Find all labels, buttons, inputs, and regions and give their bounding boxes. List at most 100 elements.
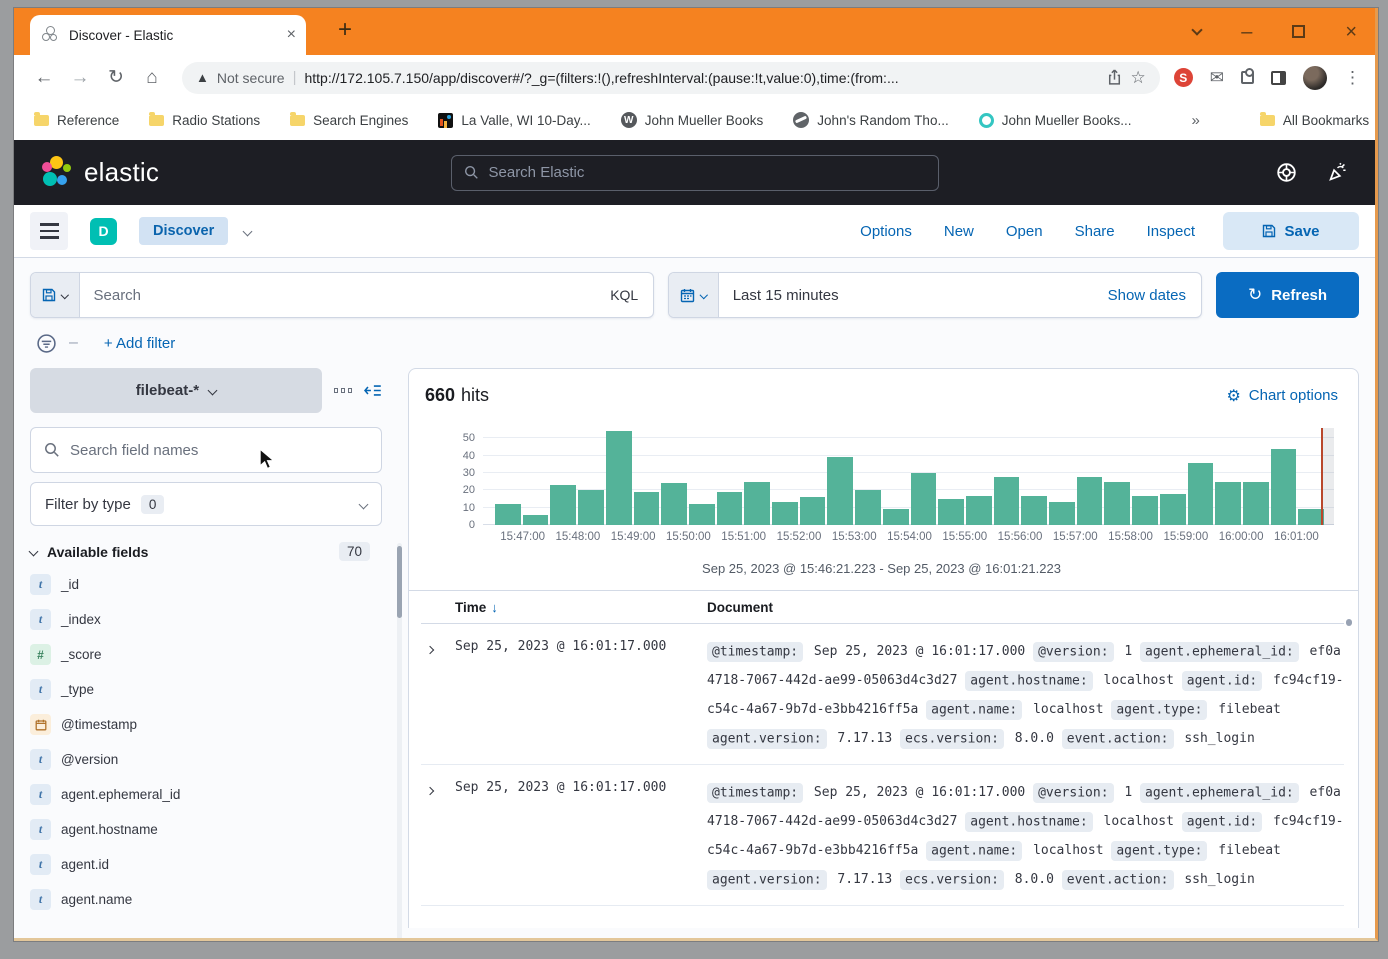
chart-options-button[interactable]: ⚙ Chart options <box>1226 386 1338 406</box>
forward-icon[interactable]: → <box>64 62 96 94</box>
expand-row-icon[interactable] <box>421 637 455 753</box>
table-scrollbar-thumb[interactable] <box>1346 619 1352 626</box>
new-tab-button[interactable]: + <box>338 16 352 44</box>
save-button[interactable]: Save <box>1223 212 1359 250</box>
histogram-bar[interactable] <box>1049 502 1075 525</box>
field-list-item[interactable]: #_score <box>30 637 382 672</box>
histogram-bar[interactable] <box>689 504 715 525</box>
bookmark-item[interactable]: Reference <box>34 113 119 128</box>
histogram-bar[interactable] <box>1188 463 1214 525</box>
tab-close-icon[interactable]: × <box>287 26 296 44</box>
bookmark-item[interactable]: WJohn Mueller Books <box>621 112 764 128</box>
expand-row-icon[interactable] <box>421 778 455 894</box>
histogram-bar[interactable] <box>495 504 521 525</box>
browser-tab[interactable]: Discover - Elastic × <box>30 15 306 55</box>
global-search-input[interactable]: Search Elastic <box>451 155 939 191</box>
inspect-link[interactable]: Inspect <box>1147 223 1195 240</box>
tab-search-chevron-icon[interactable] <box>1192 24 1203 35</box>
menu-hamburger-icon[interactable] <box>30 212 68 250</box>
browser-menu-icon[interactable]: ⋮ <box>1344 68 1361 88</box>
close-window-button[interactable]: × <box>1345 22 1357 42</box>
histogram-bar[interactable] <box>661 483 687 525</box>
histogram-bar[interactable] <box>827 457 853 525</box>
index-pattern-options-icon[interactable] <box>334 388 353 393</box>
field-list-item[interactable]: t_type <box>30 672 382 707</box>
histogram-bar[interactable] <box>550 485 576 525</box>
open-link[interactable]: Open <box>1006 223 1043 240</box>
reload-icon[interactable]: ↻ <box>100 62 132 94</box>
histogram-bar[interactable] <box>883 509 909 525</box>
histogram-bar[interactable] <box>634 492 660 525</box>
share-icon[interactable] <box>1106 69 1123 86</box>
bookmark-item[interactable]: John's Random Tho... <box>793 112 948 128</box>
field-list-item[interactable]: t@version <box>30 742 382 777</box>
newsfeed-icon[interactable] <box>1326 161 1349 184</box>
histogram-bar[interactable] <box>606 431 632 525</box>
extension-s-icon[interactable]: S <box>1174 68 1193 87</box>
sidebar-scrollbar-thumb[interactable] <box>397 546 402 618</box>
collapse-sidebar-icon[interactable] <box>364 382 382 399</box>
histogram-bar[interactable] <box>1243 482 1269 525</box>
available-fields-header[interactable]: Available fields 70 <box>30 542 370 561</box>
mail-extension-icon[interactable]: ✉ <box>1210 68 1224 88</box>
field-list-item[interactable]: tagent.ephemeral_id <box>30 777 382 812</box>
histogram-chart[interactable]: 01020304050 15:47:0015:48:0015:49:0015:5… <box>447 428 1338 553</box>
maximize-button[interactable] <box>1292 25 1305 38</box>
field-list-item[interactable]: tagent.name <box>30 882 382 917</box>
elastic-logo[interactable] <box>40 156 74 190</box>
histogram-bar[interactable] <box>966 496 992 525</box>
address-bar[interactable]: ▲ Not secure | http://172.105.7.150/app/… <box>182 62 1160 94</box>
index-pattern-select[interactable]: filebeat-* <box>30 368 322 413</box>
histogram-bar[interactable] <box>800 497 826 525</box>
histogram-bar[interactable] <box>1104 482 1130 525</box>
bookmark-item[interactable]: Radio Stations <box>149 113 260 128</box>
url-text[interactable]: http://172.105.7.150/app/discover#/?_g=(… <box>304 70 1097 86</box>
histogram-bar[interactable] <box>938 499 964 525</box>
saved-query-menu-button[interactable] <box>31 273 80 317</box>
histogram-bar[interactable] <box>744 482 770 525</box>
field-search-input[interactable]: Search field names <box>30 427 382 473</box>
bookmark-item[interactable]: John Mueller Books... <box>979 113 1132 128</box>
histogram-bar[interactable] <box>1132 496 1158 525</box>
profile-avatar[interactable] <box>1303 66 1327 90</box>
histogram-bar[interactable] <box>1160 494 1186 525</box>
side-panel-icon[interactable] <box>1271 71 1286 85</box>
query-language-badge[interactable]: KQL <box>595 287 653 303</box>
options-link[interactable]: Options <box>860 223 912 240</box>
histogram-bar[interactable] <box>1021 496 1047 525</box>
filter-by-type-select[interactable]: Filter by type 0 <box>30 482 382 526</box>
histogram-bar[interactable] <box>911 473 937 525</box>
histogram-bar[interactable] <box>994 477 1020 526</box>
extensions-puzzle-icon[interactable] <box>1241 71 1254 84</box>
field-list-item[interactable]: tagent.hostname <box>30 812 382 847</box>
home-icon[interactable]: ⌂ <box>136 62 168 94</box>
bookmark-star-icon[interactable]: ☆ <box>1131 68 1146 88</box>
histogram-bar[interactable] <box>578 490 604 525</box>
breadcrumb-chevron-icon[interactable] <box>243 226 253 236</box>
minimize-button[interactable]: – <box>1241 22 1252 42</box>
show-dates-link[interactable]: Show dates <box>1108 287 1201 304</box>
bookmarks-overflow-icon[interactable]: » <box>1192 112 1200 129</box>
bookmark-item[interactable]: La Valle, WI 10-Day... <box>438 113 590 128</box>
histogram-bar[interactable] <box>1077 477 1103 526</box>
histogram-bar[interactable] <box>1271 449 1297 525</box>
histogram-bar[interactable] <box>1215 482 1241 525</box>
histogram-bar[interactable] <box>717 492 743 525</box>
filter-icon[interactable] <box>36 333 57 354</box>
time-range-value[interactable]: Last 15 minutes <box>719 287 1108 304</box>
breadcrumb-discover[interactable]: Discover <box>139 217 228 245</box>
new-link[interactable]: New <box>944 223 974 240</box>
field-list-item[interactable]: t_id <box>30 567 382 602</box>
help-icon[interactable] <box>1275 161 1298 184</box>
time-column-header[interactable]: Time ↓ <box>455 600 707 615</box>
back-icon[interactable]: ← <box>28 62 60 94</box>
histogram-bar[interactable] <box>855 490 881 525</box>
share-link[interactable]: Share <box>1075 223 1115 240</box>
date-quick-menu-button[interactable] <box>669 273 719 317</box>
field-list-item[interactable]: tagent.id <box>30 847 382 882</box>
field-list-item[interactable]: @timestamp <box>30 707 382 742</box>
bookmark-item[interactable]: Search Engines <box>290 113 408 128</box>
add-filter-link[interactable]: + Add filter <box>104 335 175 352</box>
histogram-bar[interactable] <box>772 502 798 525</box>
refresh-button[interactable]: ↻ Refresh <box>1216 272 1359 318</box>
